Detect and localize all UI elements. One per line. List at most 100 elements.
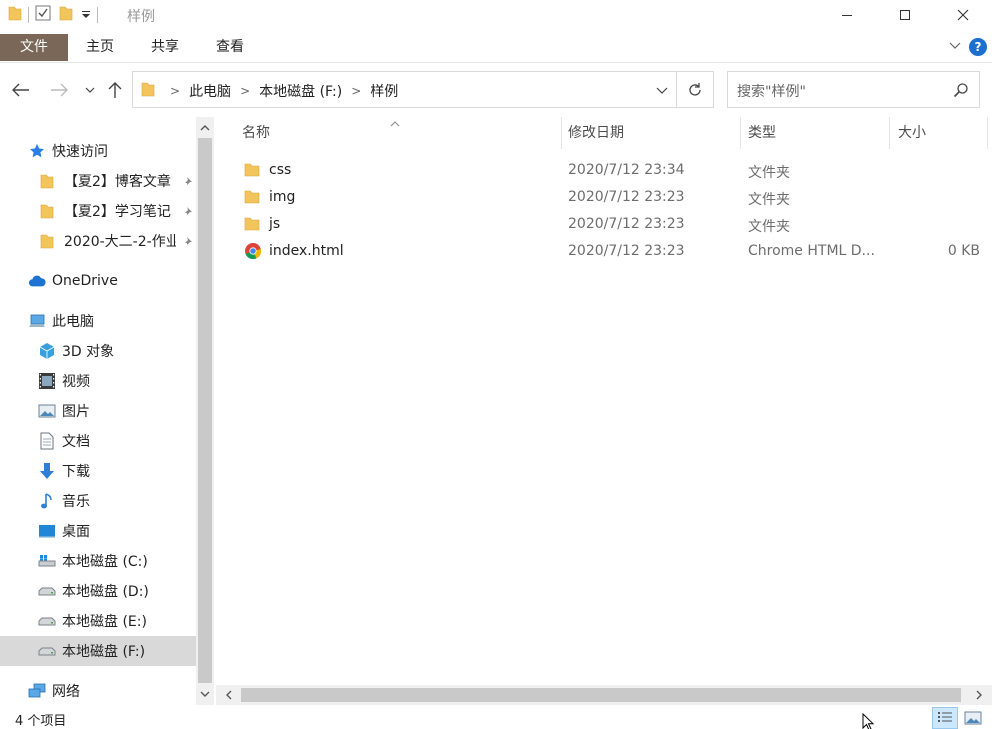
maximize-button[interactable] <box>876 0 934 30</box>
nav-item-documents[interactable]: 文档 <box>38 427 196 455</box>
details-view-button[interactable] <box>932 707 958 729</box>
column-header-name[interactable]: 名称 <box>242 117 562 149</box>
file-name[interactable]: img <box>269 189 295 205</box>
search-box[interactable]: 搜索"样例" <box>727 71 980 108</box>
column-header-date[interactable]: 修改日期 <box>568 117 738 149</box>
quick-access-toolbar <box>8 5 104 25</box>
nav-item-pictures[interactable]: 图片 <box>38 397 196 425</box>
up-button[interactable] <box>104 79 126 101</box>
mouse-cursor-icon <box>862 712 875 729</box>
table-row[interactable]: index.html 2020/7/12 23:23 Chrome HTML D… <box>238 238 988 265</box>
scroll-right-icon[interactable] <box>970 686 988 704</box>
properties-icon[interactable] <box>35 5 51 25</box>
tab-view[interactable]: 查看 <box>206 34 254 61</box>
toolbar-divider <box>97 7 98 23</box>
expand-ribbon-icon[interactable] <box>948 38 962 56</box>
network-icon <box>28 682 46 700</box>
column-divider[interactable] <box>740 117 741 149</box>
pin-icon <box>182 205 192 221</box>
nav-item-drive-d[interactable]: 本地磁盘 (D:) <box>38 577 196 605</box>
breadcrumb-chevron[interactable]: > <box>240 84 250 98</box>
nav-item-label: 3D 对象 <box>62 344 115 360</box>
column-divider[interactable] <box>987 117 988 149</box>
table-row[interactable]: img 2020/7/12 23:23 文件夹 <box>238 184 988 211</box>
new-folder-icon[interactable] <box>59 5 73 25</box>
nav-item-label: 音乐 <box>62 494 90 510</box>
nav-item-pinned[interactable]: 【夏2】学习笔记 <box>38 197 196 225</box>
breadcrumb-item-drive-f[interactable]: 本地磁盘 (F:) <box>259 81 342 101</box>
nav-item-drive-e[interactable]: 本地磁盘 (E:) <box>38 607 196 635</box>
nav-item-label: 桌面 <box>62 524 90 540</box>
close-button[interactable] <box>934 0 992 30</box>
breadcrumb-chevron[interactable]: > <box>351 84 361 98</box>
column-header-type[interactable]: 类型 <box>748 117 888 149</box>
star-icon <box>28 142 46 160</box>
sort-up-icon <box>390 115 400 131</box>
breadcrumb-chevron[interactable]: > <box>170 84 180 98</box>
scroll-thumb[interactable] <box>198 138 212 683</box>
breadcrumb-item-current[interactable]: 样例 <box>370 81 398 101</box>
nav-item-pinned[interactable]: 2020-大二-2-作业 <box>38 227 196 255</box>
nav-item-network[interactable]: 网络 <box>28 677 196 705</box>
file-name[interactable]: index.html <box>269 243 344 259</box>
nav-scrollbar[interactable] <box>196 117 214 705</box>
nav-item-3d-objects[interactable]: 3D 对象 <box>38 337 196 365</box>
table-row[interactable]: css 2020/7/12 23:34 文件夹 <box>238 157 988 184</box>
tab-home[interactable]: 主页 <box>76 34 124 61</box>
drive-c-icon <box>38 552 56 570</box>
minimize-button[interactable] <box>818 0 876 30</box>
scroll-up-icon[interactable] <box>196 119 214 137</box>
file-size: 0 KB <box>947 243 980 259</box>
scroll-left-icon[interactable] <box>220 686 238 704</box>
refresh-button[interactable] <box>676 71 714 108</box>
nav-item-pinned[interactable]: 【夏2】博客文章 <box>38 167 196 195</box>
nav-item-this-pc[interactable]: 此电脑 <box>28 307 196 335</box>
tab-file[interactable]: 文件 <box>0 34 68 61</box>
nav-item-label: 视频 <box>62 374 90 390</box>
nav-item-drive-f[interactable]: 本地磁盘 (F:) <box>0 636 196 666</box>
scroll-thumb[interactable] <box>241 688 961 702</box>
large-icons-view-button[interactable] <box>960 707 986 729</box>
breadcrumb-item-this-pc[interactable]: 此电脑 <box>189 81 231 101</box>
nav-item-downloads[interactable]: 下载 <box>38 457 196 485</box>
chrome-icon <box>244 242 262 264</box>
file-type: 文件夹 <box>748 219 790 235</box>
nav-item-music[interactable]: 音乐 <box>38 487 196 515</box>
file-name[interactable]: js <box>269 216 280 232</box>
customize-toolbar-icon[interactable] <box>81 7 91 23</box>
details-view-icon <box>938 712 952 722</box>
nav-item-videos[interactable]: 视频 <box>38 367 196 395</box>
nav-item-label: 2020-大二-2-作业 <box>64 234 176 250</box>
scroll-down-icon[interactable] <box>196 685 214 703</box>
file-type: 文件夹 <box>748 165 790 181</box>
nav-item-desktop[interactable]: 桌面 <box>38 517 196 545</box>
folder-icon <box>8 5 22 25</box>
nav-item-label: OneDrive <box>52 273 118 289</box>
file-date: 2020/7/12 23:23 <box>568 243 685 259</box>
column-divider[interactable] <box>561 117 562 149</box>
address-dropdown-icon[interactable] <box>656 83 668 99</box>
search-icon[interactable] <box>953 82 969 102</box>
desktop-icon <box>38 522 56 540</box>
horizontal-scrollbar[interactable] <box>216 685 992 705</box>
back-button[interactable] <box>10 79 32 101</box>
column-header-size[interactable]: 大小 <box>898 117 978 149</box>
forward-button[interactable] <box>48 79 70 101</box>
nav-item-label: 本地磁盘 (C:) <box>62 554 148 570</box>
nav-item-quick-access[interactable]: 快速访问 <box>28 137 196 165</box>
documents-icon <box>38 432 56 450</box>
title-bar: 样例 <box>0 0 992 31</box>
nav-item-drive-c[interactable]: 本地磁盘 (C:) <box>38 547 196 575</box>
tab-share[interactable]: 共享 <box>141 34 189 61</box>
nav-item-onedrive[interactable]: OneDrive <box>28 267 196 295</box>
table-row[interactable]: js 2020/7/12 23:23 文件夹 <box>238 211 988 238</box>
search-input[interactable]: 搜索"样例" <box>737 81 806 101</box>
column-divider[interactable] <box>889 117 890 149</box>
recent-locations-button[interactable] <box>80 79 100 101</box>
file-name[interactable]: css <box>269 162 291 178</box>
help-icon[interactable]: ? <box>969 38 987 56</box>
nav-item-label: 本地磁盘 (D:) <box>62 584 149 600</box>
file-date: 2020/7/12 23:34 <box>568 162 685 178</box>
music-icon <box>38 492 56 510</box>
address-bar[interactable]: > 此电脑 > 本地磁盘 (F:) > 样例 <box>132 71 677 108</box>
